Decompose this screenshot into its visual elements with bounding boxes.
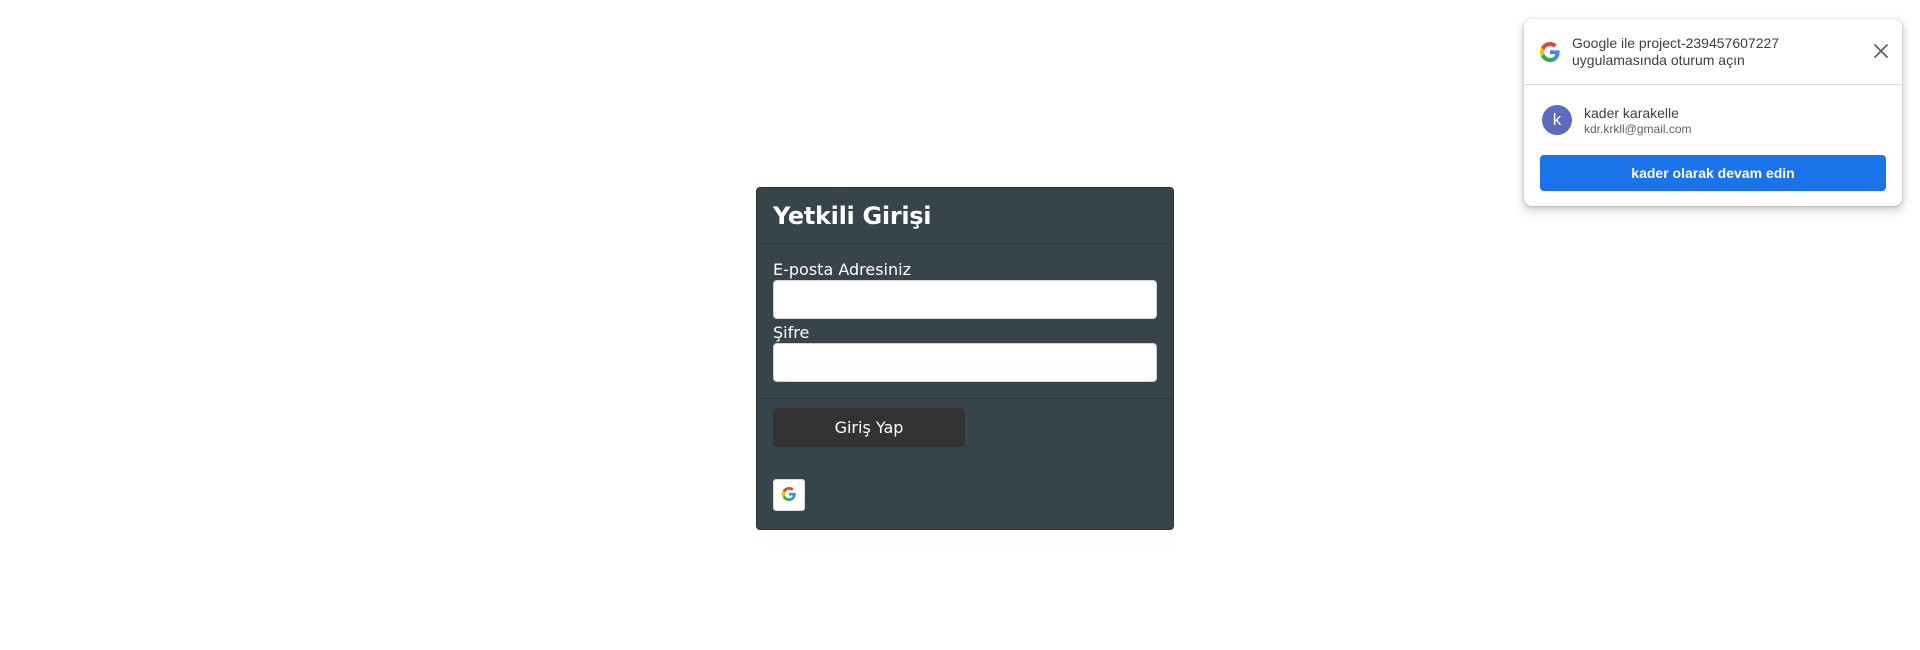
login-button[interactable]: Giriş Yap (773, 408, 965, 447)
login-card: Yetkili Girişi E-posta Adresiniz Şifre G… (756, 187, 1174, 530)
account-info: kader karakelle kdr.krkll@gmail.com (1584, 104, 1692, 137)
onetap-title: Google ile project-239457607227 uygulama… (1572, 34, 1780, 68)
email-label: E-posta Adresiniz (773, 260, 911, 279)
card-footer: Giriş Yap (757, 399, 1173, 511)
google-g-icon (1540, 41, 1560, 62)
page: Yetkili Girişi E-posta Adresiniz Şifre G… (0, 0, 1920, 650)
account-row[interactable]: k kader karakelle kdr.krkll@gmail.com (1524, 85, 1902, 155)
login-form: E-posta Adresiniz Şifre (757, 244, 1173, 399)
google-g-icon (782, 486, 796, 504)
card-header: Yetkili Girişi (757, 188, 1173, 244)
avatar: k (1542, 105, 1572, 135)
login-title: Yetkili Girişi (773, 201, 932, 230)
google-onetap-popup: Google ile project-239457607227 uygulama… (1524, 19, 1902, 206)
email-field[interactable] (773, 280, 1157, 319)
continue-as-button[interactable]: kader olarak devam edin (1540, 155, 1886, 191)
password-label: Şifre (773, 323, 810, 342)
close-icon (1874, 43, 1888, 61)
account-name: kader karakelle (1584, 104, 1679, 121)
onetap-header: Google ile project-239457607227 uygulama… (1524, 19, 1902, 85)
google-signin-button[interactable] (773, 479, 805, 511)
password-field[interactable] (773, 343, 1157, 382)
account-email: kdr.krkll@gmail.com (1584, 121, 1692, 136)
close-button[interactable] (1868, 39, 1894, 65)
